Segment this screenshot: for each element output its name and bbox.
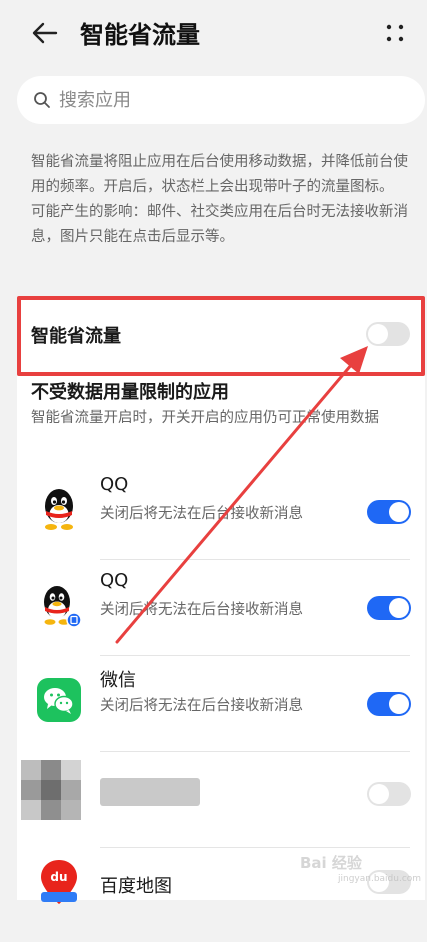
baidu-map-icon: du — [41, 860, 77, 904]
app-toggle-blurred[interactable] — [367, 782, 411, 806]
app-subtitle: 关闭后将无法在后台接收新消息 — [100, 698, 303, 714]
blurred-app-icon — [21, 760, 81, 820]
blurred-app-name — [100, 778, 200, 806]
smart-data-saver-toggle[interactable] — [366, 322, 410, 346]
app-toggle-qq-clone[interactable] — [367, 596, 411, 620]
app-name: QQ — [100, 474, 129, 495]
feature-description: 智能省流量将阻止应用在后台使用移动数据，并降低前台使用的频率。开启后，状态栏上会… — [31, 150, 411, 250]
app-name: 百度地图 — [100, 876, 172, 897]
more-vertical-icon[interactable] — [380, 18, 410, 48]
page-title: 智能省流量 — [80, 21, 200, 49]
toggle-knob — [389, 598, 409, 618]
wechat-icon — [37, 678, 81, 722]
app-name: 微信 — [100, 670, 136, 691]
app-toggle-qq[interactable] — [367, 500, 411, 524]
toggle-knob — [389, 502, 409, 522]
section-description: 智能省流量开启时，开关开启的应用仍可正常使用数据 — [31, 410, 379, 426]
description-text: 智能省流量将阻止应用在后台使用移动数据，并降低前台使用的频率。开启后，状态栏上会… — [31, 154, 408, 195]
toggle-knob — [369, 784, 389, 804]
header: 智能省流量 — [0, 0, 427, 66]
list-item[interactable] — [17, 744, 425, 848]
qq-penguin-icon — [45, 489, 73, 530]
search-icon — [34, 92, 50, 108]
app-subtitle: 关闭后将无法在后台接收新消息 — [100, 602, 303, 618]
list-item[interactable]: QQ 关闭后将无法在后台接收新消息 — [17, 560, 425, 656]
toggle-knob — [368, 324, 388, 344]
list-item[interactable]: 微信 关闭后将无法在后台接收新消息 — [17, 656, 425, 752]
description-impact-text: 可能产生的影响：邮件、社交类应用在后台时无法接收新消息，图片只能在点击后显示等。 — [31, 204, 408, 245]
arrow-left-icon[interactable] — [30, 18, 60, 48]
watermark-url: jingyan.baidu.com — [338, 874, 422, 884]
app-toggle-wechat[interactable] — [367, 692, 411, 716]
toggle-knob — [389, 694, 409, 714]
watermark: Bai 经验 — [300, 854, 362, 872]
section-title: 不受数据用量限制的应用 — [31, 382, 229, 403]
qq-penguin-clone-icon — [44, 586, 82, 628]
app-subtitle: 关闭后将无法在后台接收新消息 — [100, 506, 303, 522]
svg-text:du: du — [50, 870, 67, 884]
main-toggle-label: 智能省流量 — [31, 326, 121, 347]
search-input[interactable] — [59, 76, 399, 124]
list-item[interactable]: du 百度地图 — [17, 846, 425, 942]
list-item[interactable]: QQ 关闭后将无法在后台接收新消息 — [17, 464, 425, 560]
search-bar[interactable] — [17, 76, 425, 124]
app-name: QQ — [100, 570, 129, 591]
